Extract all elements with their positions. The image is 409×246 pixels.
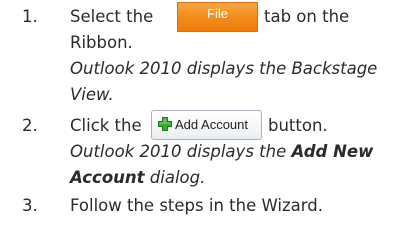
step-3-text: Follow the steps in the Wizard.: [70, 196, 323, 215]
step-1-note-line-2: View.: [70, 85, 114, 104]
step-2-note-bold-2: Account: [70, 168, 145, 187]
step-2-note-bold-1: Add New: [291, 142, 374, 161]
add-account-label: Add Account: [175, 117, 248, 132]
step-2-text-before: Click the: [70, 116, 142, 135]
step-1-note-line-1: Outlook 2010 displays the Backstage: [70, 59, 378, 78]
step-number: 3.: [22, 196, 38, 215]
step-number: 2.: [22, 116, 38, 135]
green-plus-icon: [158, 117, 172, 131]
step-2-note-suffix: dialog.: [144, 168, 206, 187]
step-1-text-before: Select the: [70, 7, 154, 26]
instructions-document: 1. Select the File tab on the Ribbon. Ou…: [0, 0, 409, 246]
step-number: 1.: [22, 7, 38, 26]
step-2-note-prefix: Outlook 2010 displays the: [70, 142, 292, 161]
step-1-continuation: Ribbon.: [70, 33, 133, 52]
step-2-note-line-1: Outlook 2010 displays the Add New: [70, 139, 373, 165]
add-account-button-image: Add Account: [151, 110, 262, 140]
file-tab-label: File: [207, 6, 228, 21]
file-tab-image: File: [177, 2, 258, 32]
step-2-text-after: button.: [268, 116, 328, 135]
step-1-text-after: tab on the: [264, 7, 350, 26]
step-2-note-line-2: Account dialog.: [70, 165, 205, 191]
